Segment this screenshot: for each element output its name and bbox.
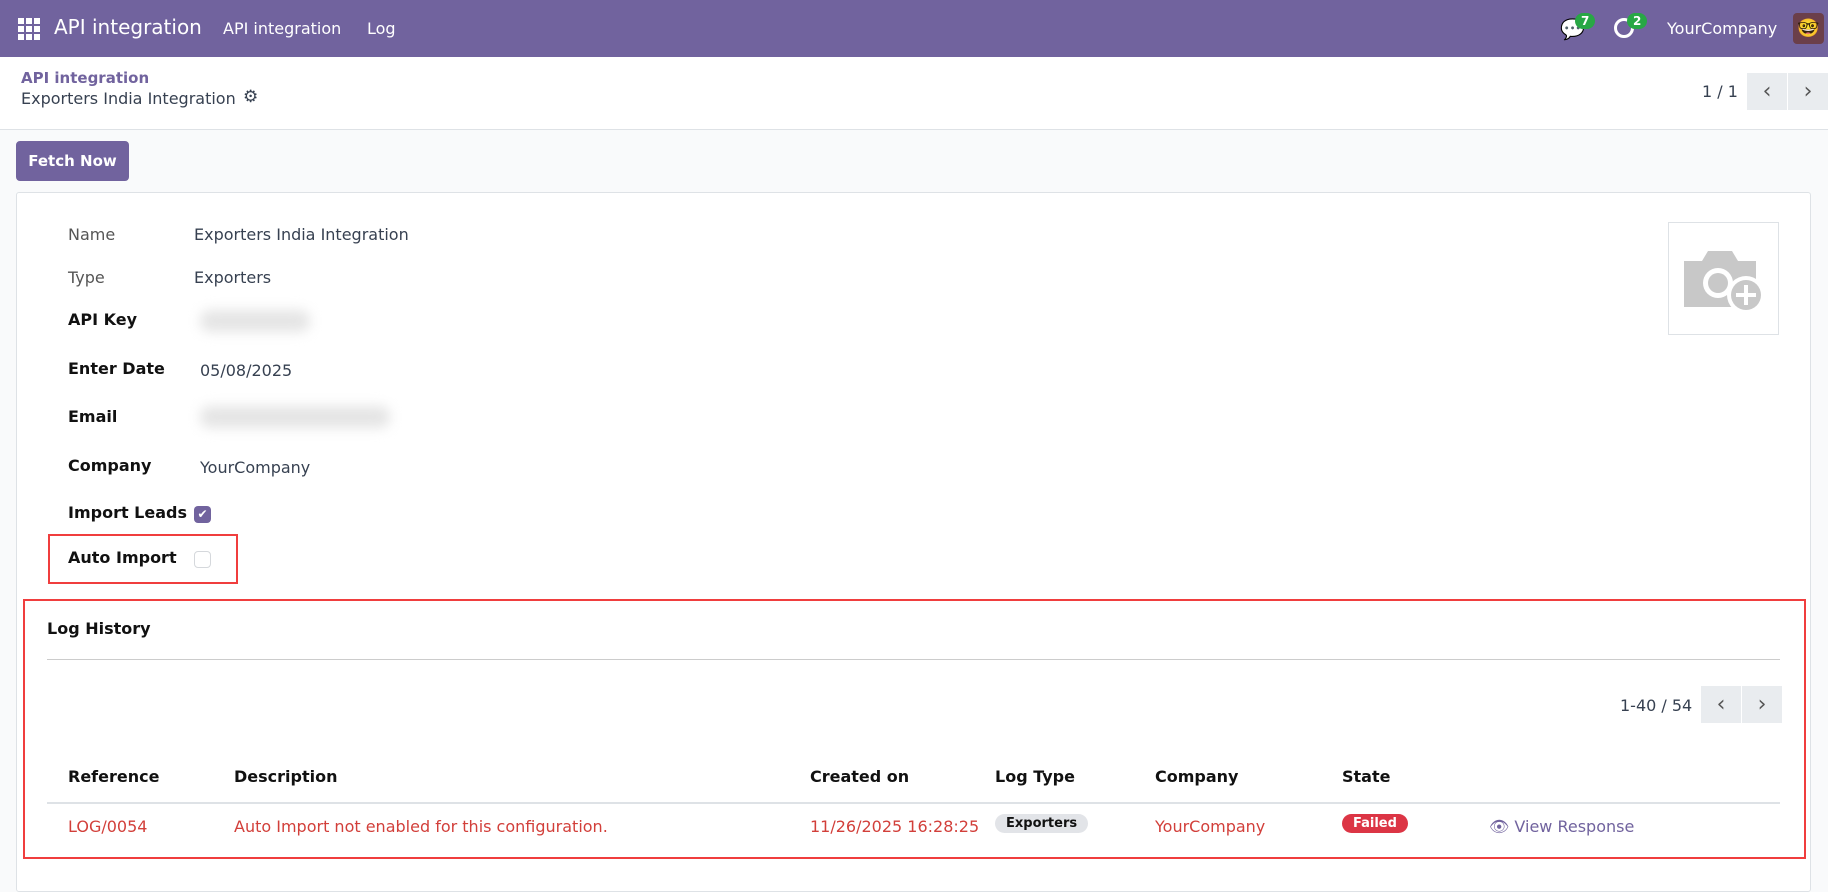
log-history-title[interactable]: Log History xyxy=(47,619,151,638)
email-label: Email xyxy=(68,407,118,426)
col-created-on[interactable]: Created on xyxy=(810,767,909,786)
col-reference[interactable]: Reference xyxy=(68,767,159,786)
apps-menu-icon[interactable] xyxy=(18,18,40,40)
messages-badge: 7 xyxy=(1575,13,1596,29)
api-key-label: API Key xyxy=(68,310,138,329)
type-label: Type xyxy=(68,268,105,287)
state-badge-failed: Failed xyxy=(1342,814,1408,833)
col-state[interactable]: State xyxy=(1342,767,1390,786)
record-pager: 1 / 1 xyxy=(1702,82,1738,101)
api-key-field[interactable] xyxy=(200,310,310,332)
control-panel: API integration Exporters India Integrat… xyxy=(0,57,1828,130)
pager-next-button[interactable]: › xyxy=(1788,73,1828,110)
col-description[interactable]: Description xyxy=(234,767,337,786)
type-value[interactable]: Exporters xyxy=(194,268,271,287)
email-field[interactable] xyxy=(200,406,390,428)
name-label: Name xyxy=(68,225,116,244)
eye-icon: 👁 xyxy=(1489,817,1510,836)
row-company: YourCompany xyxy=(1155,817,1266,836)
import-leads-checkbox[interactable]: ✔ xyxy=(194,506,211,523)
row-created-on: 11/26/2025 16:28:25 xyxy=(810,817,980,836)
log-pager: 1-40 / 54 xyxy=(1620,696,1693,715)
log-pager-prev[interactable]: ‹ xyxy=(1701,686,1741,723)
record-title: Exporters India Integration xyxy=(21,89,236,108)
log-type-tag: Exporters xyxy=(995,814,1089,833)
row-reference: LOG/0054 xyxy=(68,817,148,836)
menu-api-integration[interactable]: API integration xyxy=(223,19,341,38)
enter-date-field[interactable]: 05/08/2025 xyxy=(200,361,292,380)
gear-icon[interactable]: ⚙ xyxy=(243,87,258,107)
app-title[interactable]: API integration xyxy=(54,15,202,39)
activities-badge: 2 xyxy=(1627,13,1648,29)
fetch-now-button[interactable]: Fetch Now xyxy=(16,141,129,181)
col-log-type[interactable]: Log Type xyxy=(995,767,1075,786)
auto-import-checkbox[interactable] xyxy=(194,551,211,568)
company-field[interactable]: YourCompany xyxy=(200,458,310,477)
view-response-button[interactable]: 👁 View Response xyxy=(1489,817,1634,836)
enter-date-label: Enter Date xyxy=(68,359,165,378)
view-response-label: View Response xyxy=(1514,817,1635,836)
camera-plus-icon xyxy=(1683,250,1765,314)
name-value[interactable]: Exporters India Integration xyxy=(194,225,409,244)
import-leads-label: Import Leads xyxy=(68,503,187,522)
table-header-divider xyxy=(47,802,1780,804)
pager-prev-button[interactable]: ‹ xyxy=(1747,73,1787,110)
log-pager-next[interactable]: › xyxy=(1742,686,1782,723)
image-upload[interactable] xyxy=(1668,222,1779,335)
auto-import-label: Auto Import xyxy=(68,548,177,567)
breadcrumb-parent[interactable]: API integration xyxy=(21,69,149,87)
user-avatar[interactable]: 🤓 xyxy=(1793,13,1824,44)
col-company[interactable]: Company xyxy=(1155,767,1238,786)
divider xyxy=(47,659,1780,660)
company-label: Company xyxy=(68,456,152,475)
company-switcher[interactable]: YourCompany xyxy=(1667,19,1777,38)
top-navbar: API integration API integration Log 💬 7 … xyxy=(0,0,1828,57)
menu-log[interactable]: Log xyxy=(367,19,396,38)
row-description: Auto Import not enabled for this configu… xyxy=(234,817,608,836)
